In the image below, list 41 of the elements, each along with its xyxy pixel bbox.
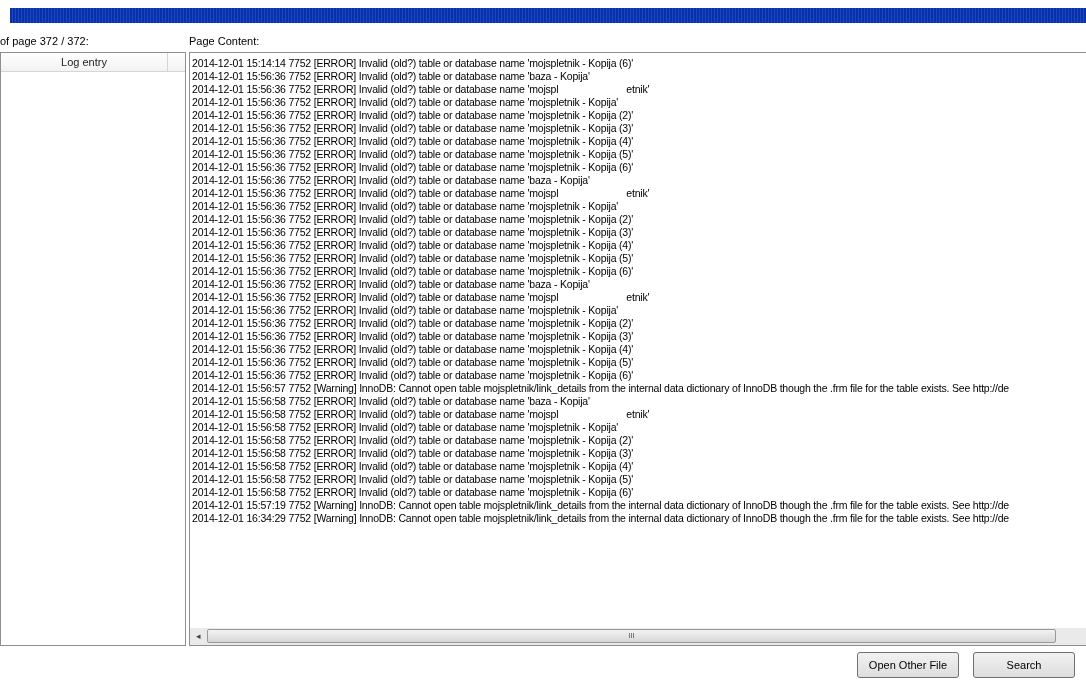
log-line: 2014-12-01 15:56:58 7752 [ERROR] Invalid (old?) table or database name 'mojspletnik - Kopija (4)' xyxy=(192,459,634,473)
log-line: 2014-12-01 15:56:36 7752 [ERROR] Invalid (old?) table or database name 'mojspl etnik' xyxy=(192,290,650,304)
log-line: 2014-12-01 15:56:36 7752 [ERROR] Invalid (old?) table or database name 'mojspletnik - Kopija (3)' xyxy=(192,121,634,135)
log-line: 2014-12-01 15:56:36 7752 [ERROR] Invalid (old?) table or database name 'mojspletnik - Kopija (3)' xyxy=(192,329,634,343)
log-line: 2014-12-01 15:56:36 7752 [ERROR] Invalid (old?) table or database name 'mojspl etnik' xyxy=(192,82,650,96)
page-count-label: of page 372 / 372: xyxy=(0,33,90,49)
log-line: 2014-12-01 15:56:36 7752 [ERROR] Invalid (old?) table or database name 'mojspletnik - Kopija (4)' xyxy=(192,238,634,252)
log-line: 2014-12-01 15:56:58 7752 [ERROR] Invalid (old?) table or database name 'baza - Kopija' xyxy=(192,394,590,408)
log-line: 2014-12-01 15:56:36 7752 [ERROR] Invalid (old?) table or database name 'mojspletnik - Kopija' xyxy=(192,95,619,109)
log-line: 2014-12-01 15:56:36 7752 [ERROR] Invalid (old?) table or database name 'mojspletnik - Kopija' xyxy=(192,303,619,317)
log-line: 2014-12-01 15:56:58 7752 [ERROR] Invalid (old?) table or database name 'mojspletnik - Kopija (5)' xyxy=(192,472,634,486)
log-line: 2014-12-01 15:56:36 7752 [ERROR] Invalid (old?) table or database name 'mojspletnik - Kopija (2)' xyxy=(192,212,634,226)
log-line: 2014-12-01 15:56:36 7752 [ERROR] Invalid (old?) table or database name 'mojspletnik - Kopija (2)' xyxy=(192,316,634,330)
dialog-button[interactable]: Search xyxy=(973,652,1075,679)
log-line: 2014-12-01 15:56:57 7752 [Warning] InnoDB: Cannot open table mojspletnik/link_details from the internal data dictionary of InnoDB though the .frm file for the table exists. See http://de xyxy=(192,381,1009,395)
scroll-left-button[interactable]: ◂ xyxy=(190,627,207,645)
log-line: 2014-12-01 15:56:36 7752 [ERROR] Invalid (old?) table or database name 'mojspletnik - Kopija (5)' xyxy=(192,355,634,369)
log-line: 2014-12-01 15:56:36 7752 [ERROR] Invalid (old?) table or database name 'mojspletnik - Kopija (3)' xyxy=(192,225,634,239)
log-line: 2014-12-01 15:57:19 7752 [Warning] InnoDB: Cannot open table mojspletnik/link_details from the internal data dictionary of InnoDB though the .frm file for the table exists. See http://de xyxy=(192,498,1009,512)
log-line: 2014-12-01 15:56:36 7752 [ERROR] Invalid (old?) table or database name 'baza - Kopija' xyxy=(192,69,590,83)
log-line: 2014-12-01 15:56:36 7752 [ERROR] Invalid (old?) table or database name 'mojspletnik - Kopija (2)' xyxy=(192,108,634,122)
log-line: 2014-12-01 15:56:36 7752 [ERROR] Invalid (old?) table or database name 'baza - Kopija' xyxy=(192,173,590,187)
log-line: 2014-12-01 15:56:36 7752 [ERROR] Invalid (old?) table or database name 'mojspletnik - Kopija (5)' xyxy=(192,251,634,265)
page-content-label: Page Content: xyxy=(189,33,261,49)
log-line: 2014-12-01 15:56:36 7752 [ERROR] Invalid (old?) table or database name 'mojspletnik - Kopija (6)' xyxy=(192,160,634,174)
log-line: 2014-12-01 15:56:36 7752 [ERROR] Invalid (old?) table or database name 'mojspletnik - Kopija (4)' xyxy=(192,342,634,356)
log-line: 2014-12-01 15:56:36 7752 [ERROR] Invalid (old?) table or database name 'mojspl etnik' xyxy=(192,186,650,200)
log-line: 2014-12-01 15:56:58 7752 [ERROR] Invalid (old?) table or database name 'mojspl etnik' xyxy=(192,407,650,421)
log-line: 2014-12-01 15:56:36 7752 [ERROR] Invalid (old?) table or database name 'mojspletnik - Kopija (5)' xyxy=(192,147,634,161)
log-line: 2014-12-01 15:56:36 7752 [ERROR] Invalid (old?) table or database name 'mojspletnik - Kopija (6)' xyxy=(192,264,634,278)
log-line: 2014-12-01 15:56:36 7752 [ERROR] Invalid (old?) table or database name 'mojspletnik - Kopija (6)' xyxy=(192,368,634,382)
log-line: 2014-12-01 16:34:29 7752 [Warning] InnoDB: Cannot open table mojspletnik/link_details from the internal data dictionary of InnoDB though the .frm file for the table exists. See http://de xyxy=(192,511,1009,525)
log-line: 2014-12-01 15:56:36 7752 [ERROR] Invalid (old?) table or database name 'mojspletnik - Kopija' xyxy=(192,199,619,213)
log-line: 2014-12-01 15:56:58 7752 [ERROR] Invalid (old?) table or database name 'mojspletnik - Kopija (2)' xyxy=(192,433,634,447)
log-line: 2014-12-01 15:56:58 7752 [ERROR] Invalid (old?) table or database name 'mojspletnik - Kopija (3)' xyxy=(192,446,634,460)
log-line: 2014-12-01 15:14:14 7752 [ERROR] Invalid (old?) table or database name 'mojspletnik - Kopija (6)' xyxy=(192,56,634,70)
dialog-button[interactable]: Open Other File xyxy=(857,652,959,679)
log-line: 2014-12-01 15:56:36 7752 [ERROR] Invalid (old?) table or database name 'baza - Kopija' xyxy=(192,277,590,291)
log-line: 2014-12-01 15:56:58 7752 [ERROR] Invalid (old?) table or database name 'mojspletnik - Kopija (6)' xyxy=(192,485,634,499)
log-line: 2014-12-01 15:56:36 7752 [ERROR] Invalid (old?) table or database name 'mojspletnik - Kopija (4)' xyxy=(192,134,634,148)
log-line: 2014-12-01 15:56:58 7752 [ERROR] Invalid (old?) table or database name 'mojspletnik - Kopija' xyxy=(192,420,619,434)
